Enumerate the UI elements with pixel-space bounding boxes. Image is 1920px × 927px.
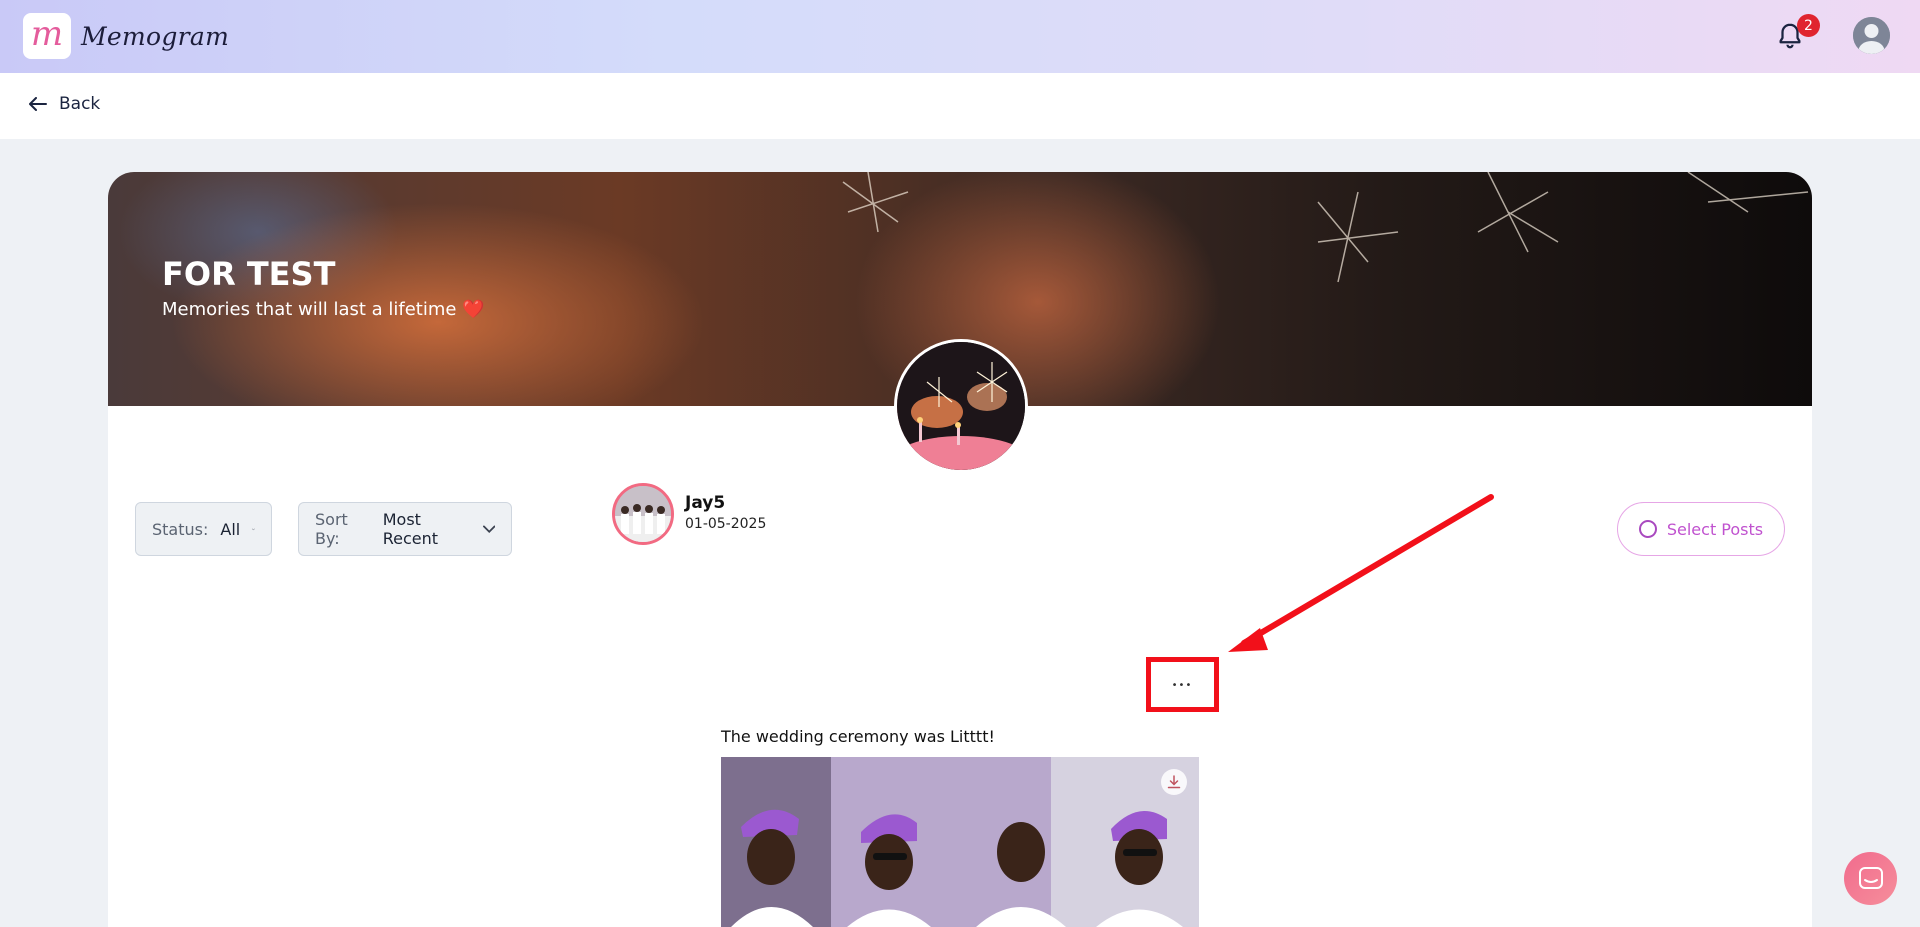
back-arrow-icon (29, 97, 47, 111)
chevron-down-icon (482, 524, 495, 533)
album-profile-photo[interactable] (894, 339, 1028, 473)
back-button[interactable]: Back (29, 94, 100, 114)
notification-badge: 2 (1797, 14, 1820, 37)
logo[interactable]: m (23, 13, 71, 59)
post-author-name[interactable]: Jay5 (685, 493, 725, 513)
circle-select-icon (1638, 520, 1657, 538)
post-image[interactable] (721, 757, 1199, 927)
select-posts-label: Select Posts (1666, 519, 1764, 539)
download-icon[interactable] (1161, 769, 1187, 795)
select-posts-button[interactable]: Select Posts (1617, 502, 1785, 556)
avatar-icon[interactable] (1853, 17, 1890, 54)
chevron-down-icon (252, 528, 255, 530)
back-bar (0, 73, 1920, 139)
sort-filter[interactable]: Sort By: Most Recent (298, 502, 512, 556)
post-author-avatar[interactable] (612, 483, 674, 545)
chat-icon[interactable] (1844, 852, 1897, 905)
annotation-highlight-box (1146, 657, 1219, 712)
sort-filter-label: Sort By: (315, 510, 348, 548)
post-date: 01-05-2025 (685, 516, 767, 532)
status-filter[interactable]: Status: All (135, 502, 272, 556)
top-bar: m Memogram (0, 0, 1920, 73)
album-subtitle: Memories that will last a lifetime ❤️ (162, 299, 485, 320)
brand-name[interactable]: Memogram (81, 22, 229, 51)
heart-icon: ❤️ (462, 299, 485, 320)
status-filter-label: Status: (152, 519, 209, 539)
post-caption: The wedding ceremony was Litttt! (721, 727, 995, 746)
album-title: FOR TEST (162, 255, 336, 293)
status-filter-value: All (220, 519, 241, 539)
sort-filter-value: Most Recent (382, 510, 439, 548)
album-subtitle-text: Memories that will last a lifetime (162, 299, 457, 320)
logo-letter: m (30, 14, 64, 54)
back-label: Back (59, 94, 101, 114)
